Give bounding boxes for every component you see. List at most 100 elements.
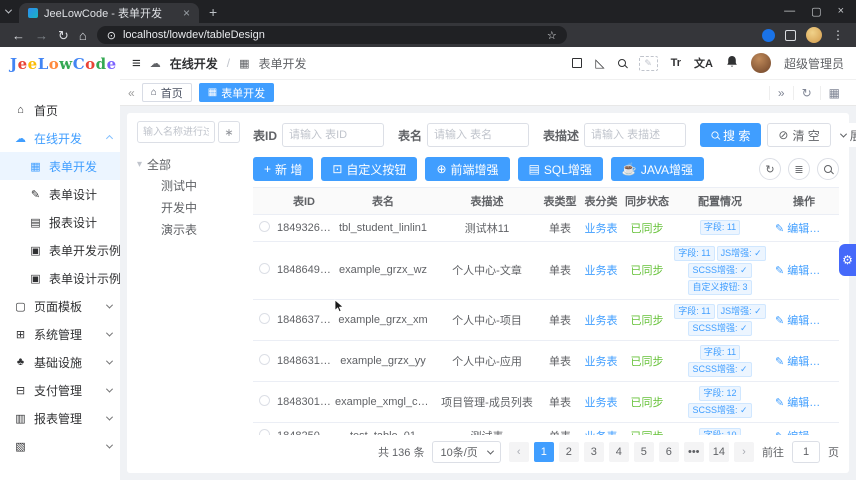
filter-input-3[interactable] bbox=[584, 123, 687, 147]
sidebar-item[interactable]: ▤ 报表设计 bbox=[0, 208, 120, 236]
sql-enhance-button[interactable]: ▤ SQL增强 bbox=[517, 157, 603, 181]
tabs-scroll-left-icon[interactable]: « bbox=[128, 86, 135, 100]
new-tab-button[interactable]: + bbox=[209, 4, 217, 20]
row-radio[interactable] bbox=[258, 220, 270, 232]
reload-button[interactable]: ↻ bbox=[58, 29, 69, 42]
sidebar-collapse-icon[interactable]: ≡ bbox=[132, 55, 141, 72]
edit-button[interactable]: ✎ 编辑 bbox=[775, 397, 809, 409]
sidebar-item[interactable]: ▣ 表单开发示例 bbox=[0, 236, 120, 264]
frontend-enhance-button[interactable]: ⊕ 前端增强 bbox=[425, 157, 510, 181]
plus-button[interactable]: + 新 增 bbox=[253, 157, 314, 181]
tree-node[interactable]: 演示表 bbox=[137, 219, 243, 241]
row-radio[interactable] bbox=[258, 353, 270, 365]
next-page-button[interactable]: › bbox=[734, 442, 754, 462]
tab-close-icon[interactable]: × bbox=[183, 6, 190, 20]
nav-tab[interactable]: ▦ 表单开发 bbox=[198, 83, 275, 102]
page-size-select[interactable]: 10条/页 bbox=[432, 441, 501, 463]
extensions-icon[interactable] bbox=[785, 29, 796, 41]
sidebar-item[interactable]: ⊞ 系统管理 bbox=[0, 320, 120, 348]
sidebar-item[interactable]: ✎ 表单设计 bbox=[0, 180, 120, 208]
font-size-icon[interactable]: Tr bbox=[671, 57, 681, 69]
sidebar-item[interactable]: ▢ 页面模板 bbox=[0, 292, 120, 320]
filter-input-2[interactable] bbox=[427, 123, 530, 147]
layout-grid-icon[interactable]: ▦ bbox=[819, 85, 848, 100]
settings-gear-button[interactable]: ⚙ bbox=[839, 244, 856, 276]
search-icon[interactable] bbox=[617, 59, 626, 67]
breadcrumb-item[interactable]: 表单开发 bbox=[259, 55, 307, 72]
search-button[interactable]: 搜 索 bbox=[700, 123, 762, 147]
custom-columns-icon[interactable]: ≣ bbox=[788, 158, 810, 180]
prev-page-button[interactable]: ‹ bbox=[508, 442, 529, 462]
more-button[interactable]: 更多 bbox=[817, 265, 839, 277]
page-button[interactable]: 5 bbox=[633, 442, 654, 462]
sidebar-item[interactable]: ▧ bbox=[0, 432, 120, 460]
username[interactable]: 超级管理员 bbox=[784, 55, 844, 72]
page-button[interactable]: 2 bbox=[558, 442, 579, 462]
java-enhance-button[interactable]: ☕ JAVA增强 bbox=[610, 157, 705, 181]
cell-table-category[interactable]: 业务表 bbox=[579, 214, 623, 242]
maximize-button[interactable]: ▢ bbox=[811, 5, 821, 18]
back-button[interactable]: ← bbox=[12, 29, 25, 42]
home-nav-button[interactable]: ⌂ bbox=[79, 29, 87, 42]
page-button[interactable]: 6 bbox=[658, 442, 679, 462]
tree-filter-action-button[interactable]: ∗ bbox=[218, 121, 240, 143]
bell-icon[interactable] bbox=[726, 55, 738, 71]
page-button[interactable]: 14 bbox=[708, 442, 729, 462]
sidebar-item[interactable]: ▦ 表单开发 bbox=[0, 152, 120, 180]
extension-icon[interactable] bbox=[762, 28, 775, 42]
edit-button[interactable]: ✎ 编辑 bbox=[775, 223, 809, 235]
tabs-more-icon[interactable]: » bbox=[768, 85, 793, 100]
refresh-tab-icon[interactable]: ↻ bbox=[792, 85, 820, 100]
close-window-button[interactable]: × bbox=[838, 5, 844, 18]
more-button[interactable]: 更多 bbox=[817, 315, 839, 327]
page-button[interactable]: 4 bbox=[608, 442, 629, 462]
nav-tab[interactable]: ⌂ 首页 bbox=[141, 83, 192, 102]
tree-node-root[interactable]: ▾ 全部 bbox=[137, 153, 243, 175]
row-radio[interactable] bbox=[258, 312, 270, 324]
forward-button[interactable]: → bbox=[35, 29, 48, 42]
bookmark-star-icon[interactable]: ☆ bbox=[547, 29, 557, 42]
app-logo[interactable]: JeeLowCode bbox=[0, 47, 120, 80]
goto-page-input[interactable] bbox=[792, 441, 820, 463]
more-button[interactable]: 更多 bbox=[817, 397, 839, 409]
tree-filter-input[interactable] bbox=[137, 121, 215, 143]
translate-icon[interactable]: 文A bbox=[694, 55, 713, 71]
browser-profile-avatar[interactable] bbox=[806, 27, 822, 43]
browser-menu-icon[interactable]: ⋮ bbox=[832, 28, 844, 42]
cell-table-category[interactable]: 业务表 bbox=[579, 299, 623, 341]
custom-button-button[interactable]: ⊡ 自定义按钮 bbox=[321, 157, 418, 181]
cell-table-category[interactable]: 业务表 bbox=[579, 422, 623, 435]
address-bar[interactable]: ⊙ localhost/lowdev/tableDesign ☆ bbox=[96, 26, 567, 44]
breadcrumb-item[interactable]: 在线开发 bbox=[170, 55, 218, 72]
page-ellipsis[interactable]: ••• bbox=[683, 442, 704, 462]
zoom-table-icon[interactable] bbox=[817, 158, 839, 180]
ruler-icon[interactable]: ◺ bbox=[595, 56, 604, 70]
sidebar-item[interactable]: ▣ 表单设计示例 bbox=[0, 264, 120, 292]
tree-node[interactable]: 开发中 bbox=[137, 197, 243, 219]
page-button[interactable]: 3 bbox=[583, 442, 604, 462]
sidebar-item[interactable]: ♣ 基础设施 bbox=[0, 348, 120, 376]
tree-node[interactable]: 测试中 bbox=[137, 175, 243, 197]
filter-input-1[interactable] bbox=[282, 123, 385, 147]
clear-button[interactable]: ⊘ 清 空 bbox=[767, 123, 831, 147]
sidebar-item[interactable]: ⊟ 支付管理 bbox=[0, 376, 120, 404]
sidebar-item[interactable]: ☁ 在线开发 bbox=[0, 124, 120, 152]
sidebar-item[interactable]: ⌂ 首页 bbox=[0, 96, 120, 124]
site-info-icon[interactable]: ⊙ bbox=[107, 29, 116, 42]
minimize-button[interactable]: — bbox=[784, 5, 795, 18]
cell-table-category[interactable]: 业务表 bbox=[579, 241, 623, 300]
cell-table-category[interactable]: 业务表 bbox=[579, 340, 623, 382]
sidebar-item[interactable]: ▥ 报表管理 bbox=[0, 404, 120, 432]
more-button[interactable]: 更多 bbox=[817, 223, 839, 235]
row-radio[interactable] bbox=[258, 263, 270, 274]
expand-button[interactable]: 展 开 bbox=[836, 123, 856, 147]
edit-button[interactable]: ✎ 编辑 bbox=[775, 265, 809, 277]
row-radio[interactable] bbox=[258, 394, 270, 406]
edit-button[interactable]: ✎ 编辑 bbox=[775, 356, 809, 368]
tab-search-button[interactable] bbox=[4, 6, 13, 14]
refresh-table-icon[interactable]: ↻ bbox=[759, 158, 781, 180]
cell-table-category[interactable]: 业务表 bbox=[579, 381, 623, 423]
page-button[interactable]: 1 bbox=[533, 442, 554, 462]
more-button[interactable]: 更多 bbox=[817, 356, 839, 368]
edit-button[interactable]: ✎ 编辑 bbox=[775, 315, 809, 327]
